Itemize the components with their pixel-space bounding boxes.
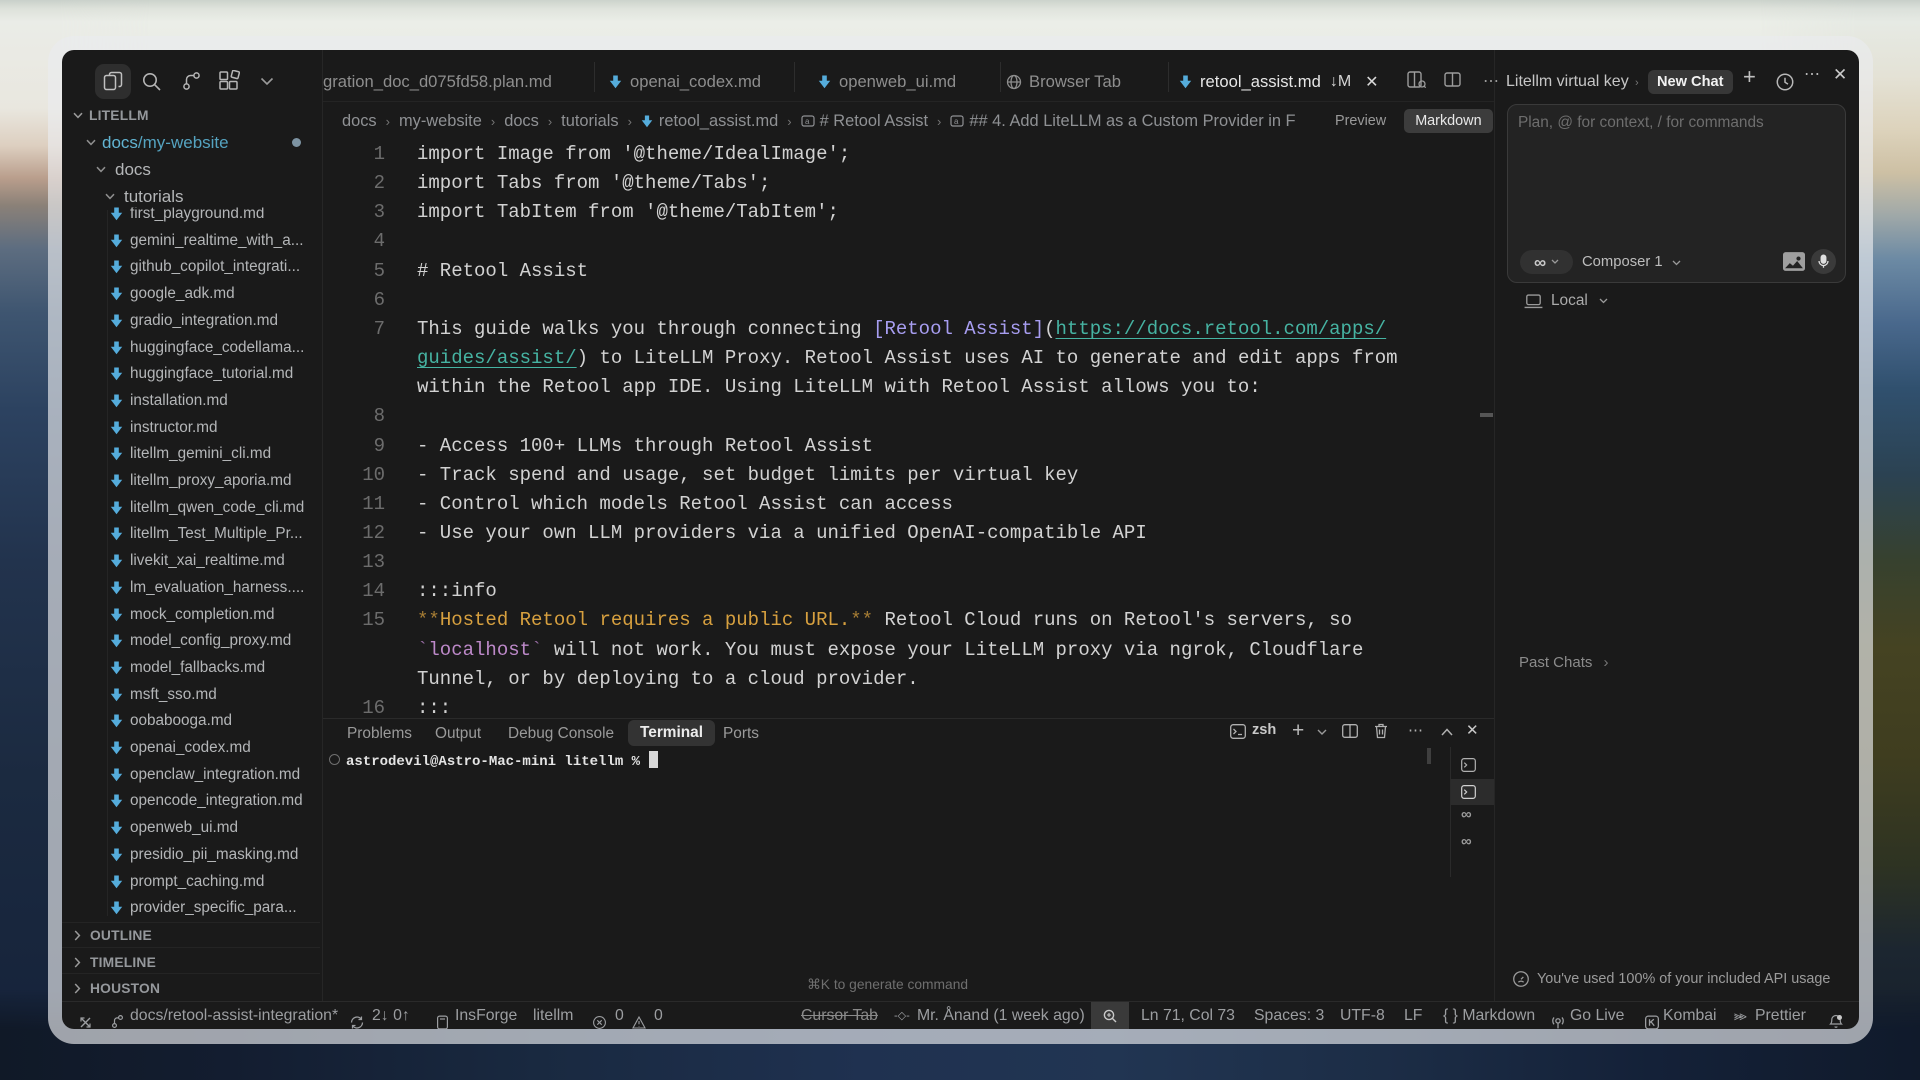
svg-text:a: a bbox=[805, 117, 810, 126]
svg-text:a: a bbox=[954, 117, 959, 126]
